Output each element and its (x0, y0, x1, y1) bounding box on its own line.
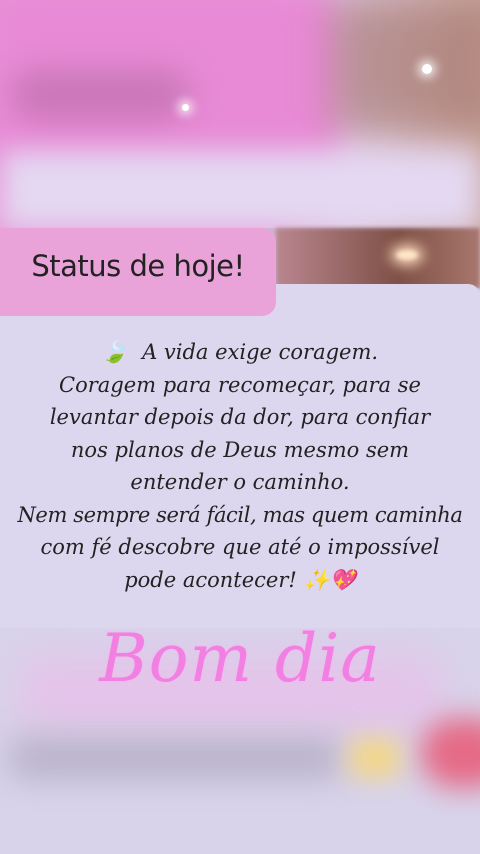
blurred-top-background (0, 0, 480, 228)
greeting-title: Bom dia (99, 620, 381, 697)
quote-line: Nem sempre será fácil, mas quem caminha (17, 502, 463, 527)
blur-blob (10, 70, 190, 120)
quote-line: 🍃 A vida exige coragem. (0, 336, 480, 369)
sparkle-icon (182, 104, 189, 111)
blur-blob (10, 738, 340, 778)
status-tag-label: Status de hoje! (31, 249, 245, 283)
sparkle-heart-icon: ✨💖 (303, 567, 356, 592)
quote-line: pode acontecer! ✨💖 (0, 564, 480, 597)
blur-blob (420, 718, 480, 788)
light-glow (396, 250, 418, 260)
leaf-icon: 🍃 (101, 340, 129, 364)
quote-text: 🍃 A vida exige coragem. Coragem para reco… (0, 336, 480, 596)
quote-line: nos planos de Deus mesmo sem (70, 437, 410, 462)
blur-blob (350, 738, 400, 778)
blur-blob (0, 150, 480, 228)
quote-line: com fé descobre que até o impossível (40, 535, 440, 559)
quote-line: entender o caminho. (130, 470, 350, 494)
sparkle-icon (422, 64, 432, 74)
background-photo (276, 228, 480, 288)
status-tag: Status de hoje! (0, 228, 276, 316)
quote-line: levantar depois da dor, para confiar (49, 405, 431, 429)
blur-blob (330, 0, 480, 130)
quote-line: Coragem para recomeçar, para se (59, 372, 421, 397)
